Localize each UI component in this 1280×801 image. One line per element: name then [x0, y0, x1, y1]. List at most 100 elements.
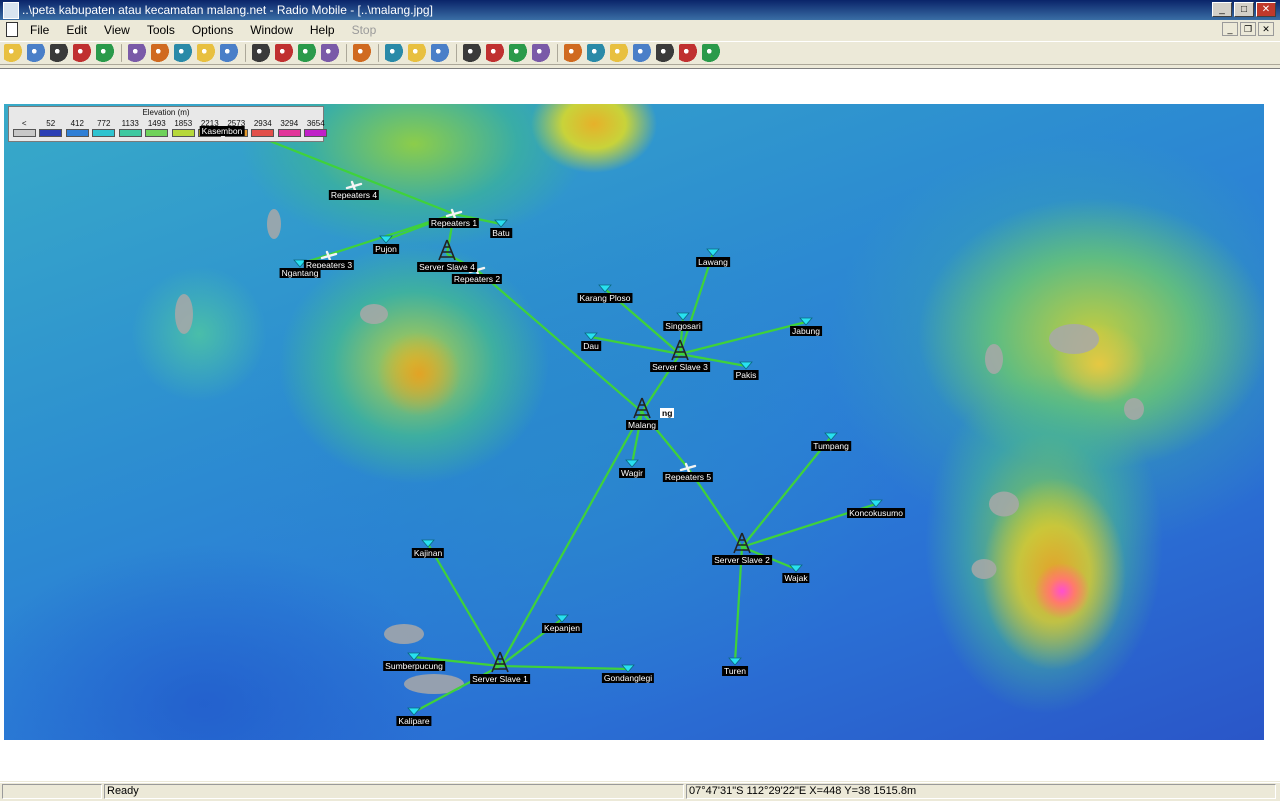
close-button[interactable]: ✕ — [1256, 2, 1276, 17]
site-label: Malang — [626, 420, 658, 430]
menu-file[interactable]: File — [30, 23, 49, 37]
unit-site-marker[interactable] — [625, 459, 639, 468]
combined-coverage-icon[interactable] — [610, 44, 628, 62]
site-label: Lawang — [696, 257, 730, 267]
unit-site-marker[interactable] — [598, 284, 612, 293]
status-text: Ready — [104, 784, 684, 799]
site-label: Pujon — [373, 244, 399, 254]
pdf-icon[interactable] — [321, 44, 339, 62]
coverage-icon[interactable] — [587, 44, 605, 62]
globe-icon[interactable] — [128, 44, 146, 62]
unit-site-marker[interactable] — [407, 707, 421, 716]
title-bar: ..\peta kabupaten atau kecamatan malang.… — [0, 0, 1280, 20]
save-icon[interactable] — [50, 44, 68, 62]
radio-link-icon[interactable] — [564, 44, 582, 62]
site-label: Karang Ploso — [577, 293, 633, 303]
elevation-legend: Elevation (m) <52 412 772 1133 1493 1853 2213 2… — [8, 106, 328, 142]
toolbar-separator — [378, 44, 379, 62]
no-data-patch — [971, 559, 997, 579]
elevation-map[interactable]: Elevation (m) <52 412 772 1133 1493 1853 2213 2… — [4, 104, 1264, 740]
window-title: ..\peta kabupaten atau kecamatan malang.… — [22, 3, 433, 17]
radio-link — [590, 335, 681, 356]
menu-options[interactable]: Options — [192, 23, 233, 37]
no-data-patch — [1049, 324, 1099, 354]
delete-network-icon[interactable] — [73, 44, 91, 62]
repeater-site-marker[interactable] — [345, 180, 363, 192]
tower-icon[interactable] — [633, 44, 651, 62]
last-icon[interactable] — [220, 44, 238, 62]
site-label: Turen — [722, 666, 748, 676]
export-icon[interactable] — [431, 44, 449, 62]
legend-entry: 412 — [64, 119, 91, 139]
status-bar: Ready 07°47'31"S 112°29'22"E X=448 Y=38 … — [0, 782, 1280, 801]
site-label-overlay: ng — [660, 408, 675, 418]
menu-edit[interactable]: Edit — [66, 23, 87, 37]
open-folder-icon[interactable] — [4, 44, 22, 62]
first-icon[interactable] — [197, 44, 215, 62]
spectrum-icon[interactable] — [702, 44, 720, 62]
unit-site-marker[interactable] — [728, 657, 742, 666]
menu-help[interactable]: Help — [310, 23, 335, 37]
repeater-site-marker[interactable] — [679, 462, 697, 474]
print-icon[interactable] — [353, 44, 371, 62]
legend-swatch — [65, 129, 89, 137]
site-label: Repeaters 2 — [451, 274, 503, 284]
toolbar-separator — [557, 44, 558, 62]
app-icon[interactable] — [3, 2, 19, 19]
radio-link — [499, 664, 629, 671]
site-label: Server Slave 1 — [470, 674, 530, 684]
legend-swatch — [251, 129, 275, 137]
no-data-patch — [989, 491, 1019, 517]
minimize-button[interactable]: _ — [1212, 2, 1232, 17]
menu-bar: File Edit View Tools Options Window Help Stop _… — [0, 20, 1280, 40]
new-page-icon[interactable] — [275, 44, 293, 62]
unit-site-marker[interactable] — [789, 564, 803, 573]
legend-entry: 1133 — [117, 119, 144, 139]
menu-stop: Stop — [351, 23, 377, 37]
document-icon[interactable] — [6, 22, 18, 37]
page-icon[interactable] — [252, 44, 270, 62]
merge-icon[interactable] — [174, 44, 192, 62]
unit-site-marker[interactable] — [706, 248, 720, 257]
mdi-close-button[interactable]: ✕ — [1258, 22, 1274, 36]
mdi-minimize-button[interactable]: _ — [1222, 22, 1238, 36]
save-page-icon[interactable] — [298, 44, 316, 62]
menu-window[interactable]: Window — [250, 23, 293, 37]
toolbar-separator — [456, 44, 457, 62]
radio-link — [427, 543, 501, 667]
site-label: Server Slave 2 — [712, 555, 772, 565]
disk-icon[interactable] — [151, 44, 169, 62]
legend-swatch — [92, 129, 116, 137]
grid-icon[interactable] — [463, 44, 481, 62]
network-icon[interactable] — [656, 44, 674, 62]
menu-tools[interactable]: Tools — [147, 23, 175, 37]
site-label: Kajinan — [411, 548, 445, 558]
site-label: Batu — [490, 228, 512, 238]
toolbar-separator — [121, 44, 122, 62]
site-label: Wagir — [619, 468, 645, 478]
site-label: Dau — [581, 341, 601, 351]
unit-site-marker[interactable] — [584, 332, 598, 341]
unit-site-marker[interactable] — [421, 539, 435, 548]
color-icon[interactable] — [679, 44, 697, 62]
legend-label: < — [21, 119, 27, 128]
legend-label: 1493 — [147, 119, 166, 128]
server-site-marker[interactable] — [733, 532, 751, 554]
properties-icon[interactable] — [96, 44, 114, 62]
copy-icon[interactable] — [385, 44, 403, 62]
legend-label: 3654 — [306, 119, 325, 128]
nodes-icon[interactable] — [532, 44, 550, 62]
maximize-button[interactable]: □ — [1234, 2, 1254, 17]
no-data-patch — [175, 294, 193, 334]
legend-entry: 772 — [91, 119, 118, 139]
unit-site-marker[interactable] — [824, 432, 838, 441]
legend-title: Elevation (m) — [142, 108, 190, 117]
person-icon[interactable] — [486, 44, 504, 62]
open-file-icon[interactable] — [27, 44, 45, 62]
mdi-restore-button[interactable]: ❐ — [1240, 22, 1256, 36]
picture-icon[interactable] — [408, 44, 426, 62]
menu-view[interactable]: View — [104, 23, 130, 37]
legend-entry: 2934 — [250, 119, 277, 139]
fit-icon[interactable] — [509, 44, 527, 62]
unit-site-marker[interactable] — [676, 312, 690, 321]
